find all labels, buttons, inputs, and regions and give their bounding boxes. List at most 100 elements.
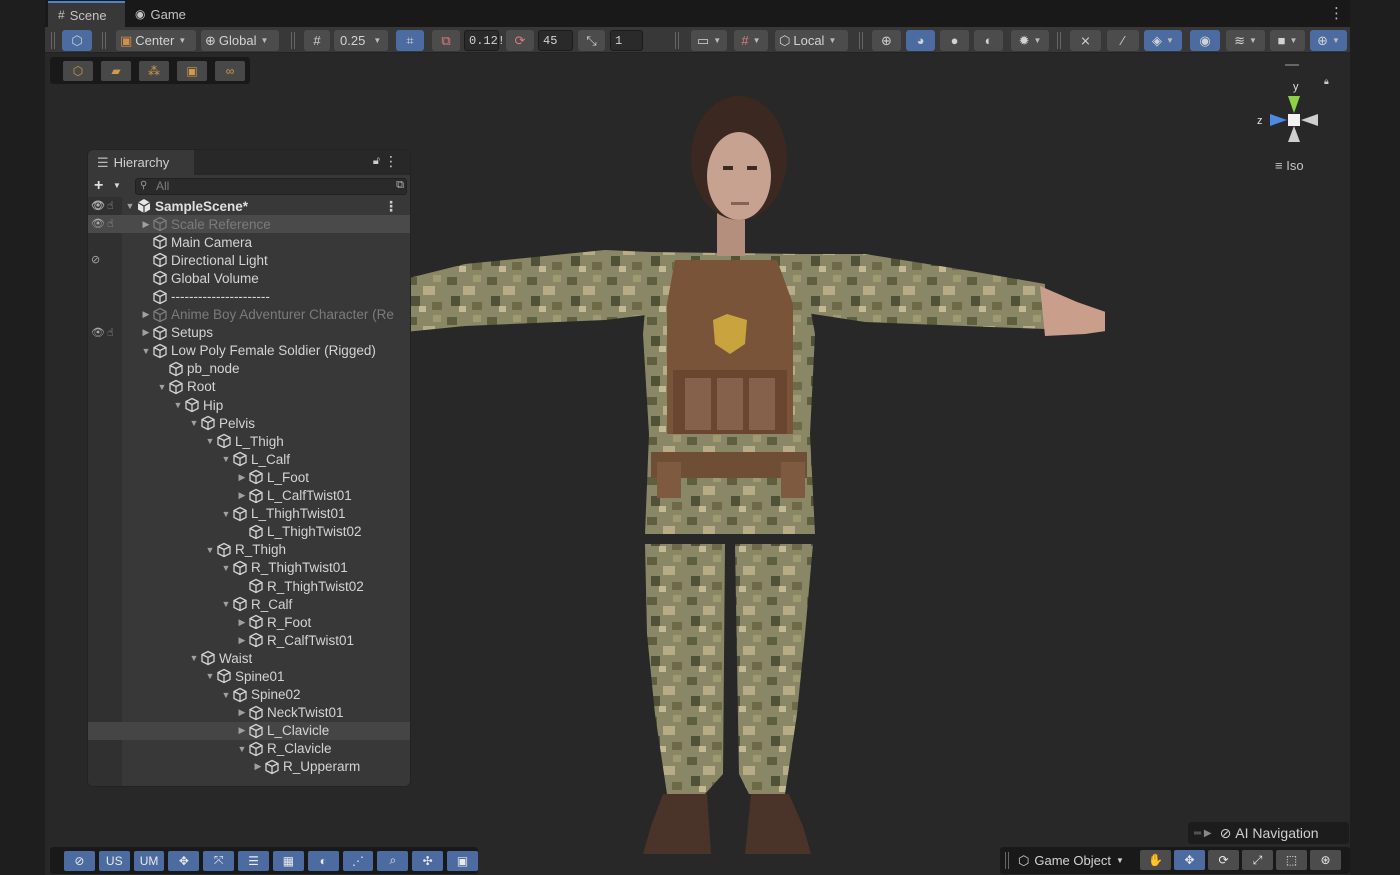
hierarchy-item[interactable]: 👁︎ ☝︎ ▶ Setups xyxy=(88,324,410,342)
rotate-tool-icon[interactable]: ⟳ xyxy=(1208,850,1239,870)
hierarchy-item[interactable]: L_ThighTwist02 xyxy=(88,523,410,541)
pivot-rotation-dropdown[interactable]: ⊕ Global ▼ xyxy=(201,30,279,51)
effects-toggle-button[interactable]: ⁄ xyxy=(1107,30,1139,51)
chevron-down-icon[interactable]: ▼ xyxy=(220,690,232,700)
hierarchy-item[interactable]: Global Volume xyxy=(88,269,410,287)
chevron-down-icon[interactable]: ▼ xyxy=(188,418,200,428)
chevron-right-icon[interactable]: ▶ xyxy=(252,761,264,772)
visibility-eye-icon[interactable]: 👁︎ xyxy=(91,326,105,339)
hierarchy-item[interactable]: ⊘ Directional Light xyxy=(88,251,410,269)
move-snap-input[interactable]: 0.12! xyxy=(464,30,505,51)
gizmo-neg-y-axis[interactable] xyxy=(1288,126,1300,142)
tab-game[interactable]: ◉ Game xyxy=(125,1,200,27)
panel-menu-icon[interactable]: ⋮ xyxy=(384,153,398,170)
scale-snap-toggle[interactable]: ⤡ xyxy=(578,30,605,51)
grid-snap-toggle[interactable]: # xyxy=(304,30,330,51)
toolbar-grip-icon[interactable] xyxy=(291,32,295,49)
hierarchy-item[interactable]: ▼ Hip xyxy=(88,396,410,414)
hierarchy-item[interactable]: ▼ R_Thigh xyxy=(88,541,410,559)
hierarchy-item[interactable]: ▼ L_Thigh xyxy=(88,432,410,450)
search-icon[interactable]: ⌕ xyxy=(377,850,409,871)
shaded-button[interactable]: ● xyxy=(940,30,969,51)
wireframe-shading-button[interactable]: ⊕ xyxy=(872,30,901,51)
chevron-right-icon[interactable]: ▶ xyxy=(236,617,248,628)
scale-tool-icon[interactable]: ⤢ xyxy=(1242,850,1273,870)
visibility-eye-icon[interactable]: 👁︎ xyxy=(91,217,105,230)
audio-toggle-button[interactable]: ⨯ xyxy=(1070,30,1101,51)
render-layers-dropdown[interactable]: ≋ ▼ xyxy=(1226,30,1265,51)
chevron-down-icon[interactable]: ▼ xyxy=(140,346,152,356)
unlit-button[interactable]: ◐ xyxy=(974,30,1003,51)
chevron-down-icon[interactable]: ▼ xyxy=(204,671,216,681)
chevron-right-icon[interactable]: ▶ xyxy=(236,725,248,736)
display-icon[interactable]: ▣ xyxy=(447,850,478,871)
move-icon[interactable]: ✥ xyxy=(168,850,200,871)
hierarchy-item[interactable]: ▼ Root xyxy=(88,378,410,396)
ai-navigation-overlay[interactable]: ═ ▶ ⊘ AI Navigation xyxy=(1188,822,1349,844)
transform-tool-button[interactable]: ⬡ xyxy=(62,30,92,51)
scene-row[interactable]: 👁︎ ☝︎ ▼ SampleScene* ⋮ xyxy=(88,197,410,215)
rotate-icon[interactable]: ◐ xyxy=(307,850,339,871)
search-options-icon[interactable]: ⧉ xyxy=(396,179,404,192)
transform-tool-icon[interactable]: ⊛ xyxy=(1310,850,1341,870)
gizmo-lock-icon[interactable]: 🔒︎ xyxy=(1324,76,1329,87)
hierarchy-search-input[interactable]: All xyxy=(135,178,407,195)
compass-icon[interactable]: ⊘ xyxy=(64,850,95,871)
gizmos-dropdown[interactable]: ⊕ ▼ xyxy=(1310,30,1347,51)
rect-tool-icon[interactable]: ⬚ xyxy=(1276,850,1307,870)
scene-viewport[interactable]: ⬡ ▰ ⁂ ▣ ∞ y z 🔒︎ ≡ Iso ☰ Hierarchy 🔓︎ ⋮ … xyxy=(45,54,1350,875)
chevron-right-icon[interactable]: ▶ xyxy=(236,635,248,646)
lock-icon[interactable]: 🔓︎ xyxy=(373,155,380,168)
gizmo-z-axis[interactable] xyxy=(1270,114,1287,126)
add-icon[interactable]: + xyxy=(94,177,103,195)
hand-tool-icon[interactable]: ✋ xyxy=(1140,850,1171,870)
prefab-tool-icon[interactable]: ⁂ xyxy=(139,60,169,81)
soldier-character-model[interactable] xyxy=(405,74,1105,864)
gizmo-neg-x-axis[interactable] xyxy=(1301,114,1318,126)
hierarchy-item[interactable]: ▼ Waist xyxy=(88,649,410,667)
chevron-down-icon[interactable]: ▼ xyxy=(204,436,216,446)
snap-to-grid-button[interactable]: ⌗ xyxy=(396,30,424,51)
hierarchy-item[interactable]: ▶ L_CalfTwist01 xyxy=(88,487,410,505)
hierarchy-item[interactable]: ▼ R_Clavicle xyxy=(88,740,410,758)
move-snap-toggle[interactable]: ⧉ xyxy=(432,30,460,51)
shaded-wireframe-button[interactable]: ◕ xyxy=(906,30,935,51)
move-tool-icon[interactable]: ✥ xyxy=(1174,850,1205,870)
more-options-icon[interactable]: ⋮ xyxy=(1329,4,1344,22)
chevron-down-icon[interactable]: ▼ xyxy=(220,599,232,609)
rotate-snap-toggle[interactable]: ⟳ xyxy=(506,30,534,51)
hierarchy-item[interactable]: ▼ R_Calf xyxy=(88,595,410,613)
chevron-down-icon[interactable]: ▼ xyxy=(220,509,232,519)
link-tool-icon[interactable]: ∞ xyxy=(215,60,245,81)
gizmo-drag-handle[interactable] xyxy=(1285,64,1299,66)
scene-visibility-button[interactable]: ◉ xyxy=(1190,30,1220,51)
grid-visibility-dropdown[interactable]: # ▼ xyxy=(734,30,768,51)
hierarchy-item[interactable]: ---------------------- xyxy=(88,287,410,305)
chevron-right-icon[interactable]: ▶ xyxy=(140,309,152,320)
hierarchy-item[interactable]: ▼ Low Poly Female Soldier (Rigged) xyxy=(88,342,410,360)
hierarchy-item[interactable]: ▼ L_ThighTwist01 xyxy=(88,505,410,523)
hierarchy-item[interactable]: ▼ R_ThighTwist01 xyxy=(88,559,410,577)
cube-tool-icon[interactable]: ⬡ xyxy=(63,60,93,81)
tab-scene[interactable]: # Scene xyxy=(48,1,125,27)
us-button[interactable]: US xyxy=(98,850,130,871)
hierarchy-item[interactable]: ▶ NeckTwist01 xyxy=(88,704,410,722)
hierarchy-item[interactable]: Main Camera xyxy=(88,233,410,251)
hierarchy-item[interactable]: ▶ L_Foot xyxy=(88,468,410,486)
hierarchy-item[interactable]: ▶ Anime Boy Adventurer Character (Re xyxy=(88,306,410,324)
toolbar-grip-icon[interactable] xyxy=(102,32,106,49)
paint-tool-icon[interactable]: ▰ xyxy=(101,60,131,81)
grid-snap-dropdown[interactable]: 0.25 ▼ xyxy=(334,30,388,51)
toolbar-grip-icon[interactable] xyxy=(1057,32,1061,49)
hierarchy-item[interactable]: ▼ L_Calf xyxy=(88,450,410,468)
grid-pattern-icon[interactable]: ▦ xyxy=(272,850,304,871)
pickability-hand-icon[interactable]: ☝︎ xyxy=(107,326,114,339)
hierarchy-item[interactable]: R_ThighTwist02 xyxy=(88,577,410,595)
chevron-down-icon[interactable]: ▼ xyxy=(204,545,216,555)
hierarchy-item[interactable]: ▼ Spine02 xyxy=(88,686,410,704)
chevron-right-icon[interactable]: ▶ xyxy=(236,707,248,718)
chevron-right-icon[interactable]: ▶ xyxy=(236,490,248,501)
rotate-snap-input[interactable]: 45 xyxy=(538,30,573,51)
chevron-down-icon[interactable]: ▼ xyxy=(124,201,136,211)
chevron-down-icon[interactable]: ▼ xyxy=(156,382,168,392)
